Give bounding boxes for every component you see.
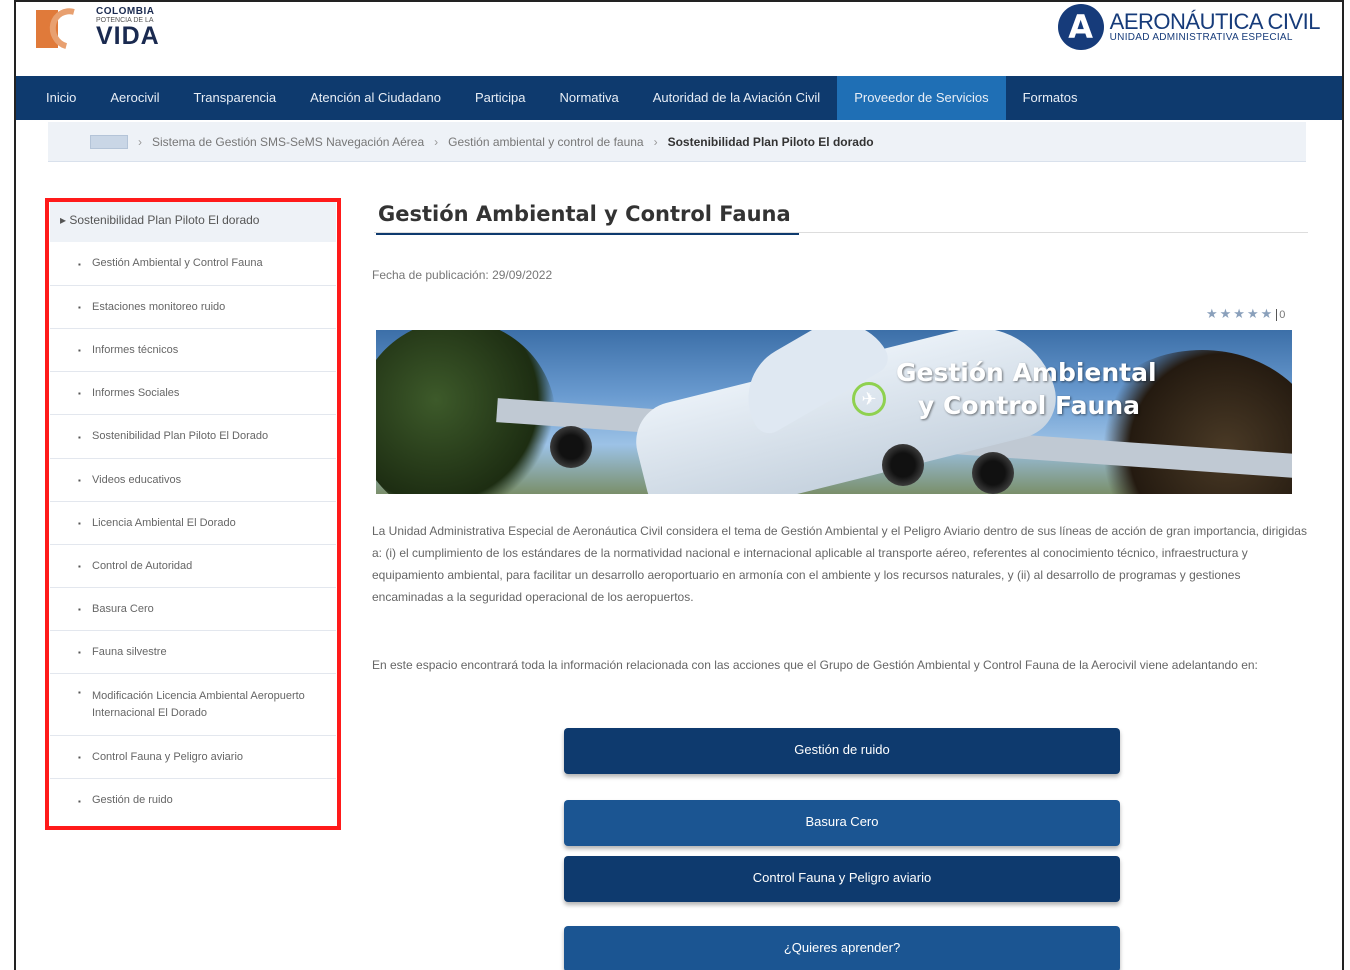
home-icon[interactable] <box>90 134 128 149</box>
bullet-icon: ▪ <box>78 753 81 762</box>
intro-paragraph: La Unidad Administrativa Especial de Aer… <box>372 524 1307 604</box>
breadcrumb-item[interactable]: Sistema de Gestión SMS-SeMS Navegación A… <box>152 135 424 149</box>
bullet-icon: ▪ <box>78 432 81 442</box>
bullet-icon: ▪ <box>78 476 81 485</box>
nav-item-transparencia[interactable]: Transparencia <box>176 76 293 120</box>
breadcrumb-separator: › <box>138 134 142 149</box>
engine-shape <box>972 452 1014 494</box>
sidebar-item[interactable]: ▪ Control Fauna y Peligro aviario <box>50 736 336 779</box>
banner-title-line1: Gestión Ambiental <box>896 358 1157 387</box>
breadcrumb-separator: › <box>653 134 658 149</box>
sidebar-item[interactable]: ▪ Licencia Ambiental El Dorado <box>50 502 336 545</box>
aerocivil-logo-icon: A <box>1057 4 1104 50</box>
bullet-icon: ▪ <box>78 259 81 269</box>
banner-title: Gestión Ambiental y Control Fauna <box>896 356 1157 422</box>
bullet-icon: ▪ <box>78 519 81 528</box>
sidebar-menu: ▪ Gestión Ambiental y Control Fauna ▪ Esta… <box>50 242 336 822</box>
sidebar-item[interactable]: ▪ Informes Sociales <box>50 372 336 415</box>
banner-title-line2: y Control Fauna <box>918 391 1140 420</box>
nav-item-aerocivil[interactable]: Aerocivil <box>93 76 176 120</box>
banner-image: ✈ Gestión Ambiental y Control Fauna <box>376 330 1292 494</box>
engine-shape <box>550 426 592 468</box>
sidebar-header[interactable]: ▸ Sostenibilidad Plan Piloto El dorado <box>50 202 336 242</box>
aerocivil-logo[interactable]: A AERONÁUTICA CIVIL UNIDAD ADMINISTRATIV… <box>1057 4 1321 50</box>
sidebar-item[interactable]: ▪ Gestión de ruido <box>50 779 336 822</box>
basura-cero-button[interactable]: Basura Cero <box>564 800 1120 846</box>
nav-item-normativa[interactable]: Normativa <box>543 76 636 120</box>
breadcrumb-item[interactable]: Gestión ambiental y control de fauna <box>448 135 643 149</box>
site-header: COLOMBIA POTENCIA DE LA VIDA A AERONÁUTI… <box>16 0 1342 76</box>
engine-shape <box>882 444 924 486</box>
logo-line1: COLOMBIA <box>96 6 155 17</box>
info-paragraph: En este espacio encontrará toda la infor… <box>372 658 1258 672</box>
colombia-logo[interactable]: COLOMBIA POTENCIA DE LA VIDA <box>36 0 160 58</box>
nav-item-formatos[interactable]: Formatos <box>1006 76 1095 120</box>
plane-leaf-icon: ✈ <box>852 382 886 416</box>
sidebar-header-label: Sostenibilidad Plan Piloto El dorado <box>69 213 260 227</box>
star-icon[interactable]: ★★★★★ <box>1206 306 1274 321</box>
nav-item-proveedor-servicios[interactable]: Proveedor de Servicios <box>837 76 1006 120</box>
sidebar-item[interactable]: ▪ Control de Autoridad <box>50 545 336 588</box>
main-nav: Inicio Aerocivil Transparencia Atención … <box>16 76 1342 120</box>
nav-item-atencion-ciudadano[interactable]: Atención al Ciudadano <box>293 76 458 120</box>
browser-frame: COLOMBIA POTENCIA DE LA VIDA A AERONÁUTI… <box>14 0 1344 970</box>
rating-count: 0 <box>1276 309 1286 321</box>
star-rating[interactable]: ★★★★★ 0 <box>1206 306 1286 322</box>
caret-right-icon: ▸ <box>60 213 70 227</box>
bullet-icon: ▪ <box>78 648 81 657</box>
bullet-icon: ▪ <box>78 389 81 398</box>
bullet-icon: ▪ <box>78 796 81 806</box>
bullet-icon: ▪ <box>78 605 81 614</box>
page-title: Gestión Ambiental y Control Fauna <box>376 200 799 235</box>
sidebar-item[interactable]: ▪ Gestión Ambiental y Control Fauna <box>50 242 336 286</box>
bullet-icon: ▪ <box>78 303 81 312</box>
quieres-aprender-button[interactable]: ¿Quieres aprender? <box>564 926 1120 970</box>
breadcrumb-current: Sostenibilidad Plan Piloto El dorado <box>667 134 874 149</box>
title-divider <box>374 232 1308 233</box>
colombia-logo-icon <box>36 0 98 58</box>
gestion-ruido-button[interactable]: Gestión de ruido <box>564 728 1120 774</box>
sidebar-item[interactable]: ▪ Informes técnicos <box>50 329 336 372</box>
publication-date: Fecha de publicación: 29/09/2022 <box>372 268 553 282</box>
bullet-icon: ▪ <box>78 688 81 698</box>
aerocivil-subtitle: UNIDAD ADMINISTRATIVA ESPECIAL <box>1109 32 1293 44</box>
sidebar-item[interactable]: ▪ Estaciones monitoreo ruido <box>50 286 336 329</box>
bullet-icon: ▪ <box>78 562 81 571</box>
sidebar-item[interactable]: ▪ Fauna silvestre <box>50 631 336 674</box>
aerocivil-title: AERONÁUTICA CIVIL <box>1109 9 1321 35</box>
sidebar-item[interactable]: ▪ Videos educativos <box>50 459 336 502</box>
control-fauna-button[interactable]: Control Fauna y Peligro aviario <box>564 856 1120 902</box>
breadcrumb-separator: › <box>434 134 439 149</box>
sidebar-item[interactable]: ▪ Basura Cero <box>50 588 336 631</box>
nav-item-participa[interactable]: Participa <box>458 76 543 120</box>
nav-item-inicio[interactable]: Inicio <box>16 76 93 120</box>
bullet-icon: ▪ <box>78 346 81 355</box>
logo-line3: VIDA <box>96 22 160 50</box>
breadcrumb: › Sistema de Gestión SMS-SeMS Navegación… <box>48 122 1306 162</box>
sidebar-item[interactable]: ▪ Modificación Licencia Ambiental Aeropue… <box>50 674 336 736</box>
sidebar-item[interactable]: ▪ Sostenibilidad Plan Piloto El Dorado <box>50 415 336 459</box>
nav-item-autoridad[interactable]: Autoridad de la Aviación Civil <box>636 76 837 120</box>
